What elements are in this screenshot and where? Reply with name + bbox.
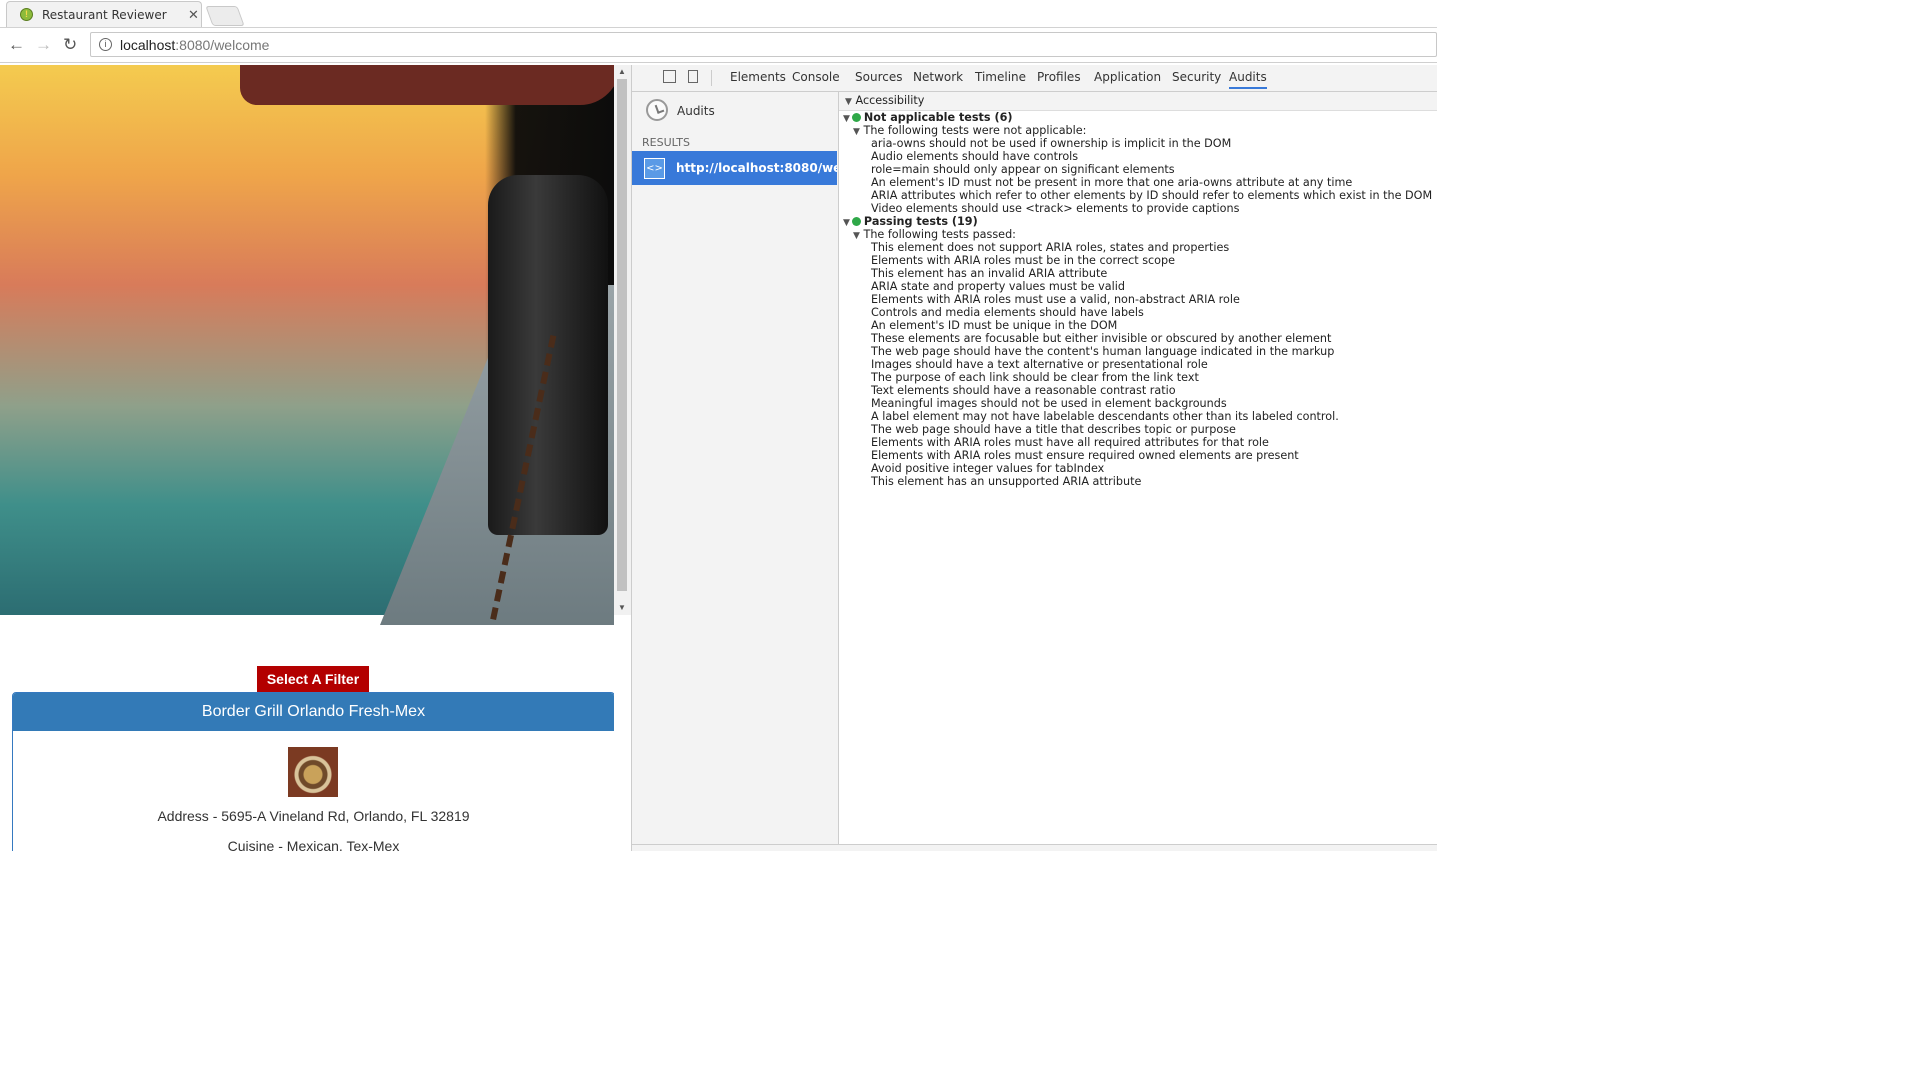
tab-sources[interactable]: Sources bbox=[855, 70, 902, 84]
tab-network[interactable]: Network bbox=[913, 70, 963, 84]
back-arrow-icon[interactable]: ← bbox=[8, 35, 25, 55]
browser-toolbar: ← → ↻ i localhost:8080/welcome bbox=[0, 28, 1437, 63]
audits-label[interactable]: Audits bbox=[677, 104, 715, 118]
devtools-drawer-bar bbox=[632, 844, 1437, 851]
tab-elements[interactable]: Elements bbox=[730, 70, 786, 84]
restaurant-card[interactable]: Border Grill Orlando Fresh-Mex Address -… bbox=[12, 692, 614, 851]
scroll-down-arrow-icon[interactable]: ▼ bbox=[618, 603, 626, 612]
device-toolbar-icon[interactable] bbox=[688, 70, 698, 83]
restaurant-favicon-icon: ! bbox=[20, 8, 33, 21]
info-icon[interactable]: i bbox=[99, 38, 112, 51]
audits-gauge-icon bbox=[646, 99, 668, 121]
scrollbar-thumb[interactable] bbox=[617, 79, 627, 591]
restaurant-address: Address - 5695-A Vineland Rd, Orlando, F… bbox=[157, 808, 470, 824]
accessibility-section-header[interactable]: ▼ Accessibility bbox=[839, 92, 1437, 111]
tab-profiles[interactable]: Profiles bbox=[1037, 70, 1081, 84]
audits-sidebar: Audits RESULTS <> http://localhost:8080/… bbox=[632, 92, 839, 844]
devtools-tab-bar: Elements Console Sources Network Timelin… bbox=[632, 65, 1437, 92]
devtools-panel: Elements Console Sources Network Timelin… bbox=[631, 65, 1437, 851]
audit-results: ▼ Accessibility ▼ Not applicable tests (6… bbox=[839, 92, 1437, 844]
select-filter-button[interactable]: Select A Filter bbox=[257, 666, 369, 692]
scroll-up-arrow-icon[interactable]: ▲ bbox=[618, 67, 626, 76]
html-document-icon: <> bbox=[644, 158, 665, 179]
hero-image bbox=[0, 65, 614, 625]
passing-test-item: This element has an unsupported ARIA att… bbox=[871, 475, 1142, 488]
restaurant-name[interactable]: Border Grill Orlando Fresh-Mex bbox=[13, 693, 614, 731]
browser-tab[interactable]: ! Restaurant Reviewer ✕ bbox=[6, 1, 202, 27]
tab-console[interactable]: Console bbox=[792, 70, 840, 84]
collapse-triangle-icon[interactable]: ▼ bbox=[853, 124, 860, 140]
status-dot-icon bbox=[851, 112, 861, 122]
page-scrollbar[interactable]: ▲ ▼ bbox=[614, 65, 631, 615]
reload-icon[interactable]: ↻ bbox=[63, 35, 77, 55]
url-path: :8080/welcome bbox=[175, 37, 270, 53]
tab-application[interactable]: Application bbox=[1094, 70, 1161, 84]
tab-audits[interactable]: Audits bbox=[1229, 70, 1267, 89]
forward-arrow-icon[interactable]: → bbox=[35, 35, 52, 55]
collapse-triangle-icon[interactable]: ▼ bbox=[845, 94, 852, 110]
collapse-triangle-icon[interactable]: ▼ bbox=[843, 215, 850, 231]
hero-boat-hull bbox=[240, 65, 614, 105]
restaurant-thumbnail bbox=[288, 747, 338, 797]
url-host: localhost bbox=[120, 37, 176, 53]
toolbar-divider bbox=[711, 70, 712, 86]
audit-result-url: http://localhost:8080/welcome bbox=[676, 161, 837, 175]
url-text: localhost:8080/welcome bbox=[120, 37, 269, 53]
inspect-element-icon[interactable] bbox=[663, 70, 676, 83]
tab-strip: ! Restaurant Reviewer ✕ bbox=[0, 0, 1437, 28]
address-bar[interactable]: i localhost:8080/welcome bbox=[90, 32, 1437, 57]
results-label: RESULTS bbox=[642, 136, 690, 149]
status-dot-icon bbox=[851, 216, 861, 226]
page-viewport: Select A Filter Border Grill Orlando Fre… bbox=[0, 65, 614, 851]
tab-close-icon[interactable]: ✕ bbox=[188, 7, 199, 23]
browser-window: ! Restaurant Reviewer ✕ ← → ↻ i localhos… bbox=[0, 0, 1437, 851]
tab-security[interactable]: Security bbox=[1172, 70, 1221, 84]
collapse-triangle-icon[interactable]: ▼ bbox=[853, 228, 860, 244]
restaurant-cuisine: Cuisine - Mexican, Tex-Mex bbox=[227, 838, 400, 851]
audit-result-item[interactable]: <> http://localhost:8080/welcome bbox=[632, 151, 837, 185]
new-tab-button[interactable] bbox=[205, 6, 245, 26]
collapse-triangle-icon[interactable]: ▼ bbox=[843, 111, 850, 127]
tab-title: Restaurant Reviewer bbox=[42, 8, 167, 22]
category-label: Accessibility bbox=[855, 94, 925, 107]
tab-timeline[interactable]: Timeline bbox=[975, 70, 1026, 84]
